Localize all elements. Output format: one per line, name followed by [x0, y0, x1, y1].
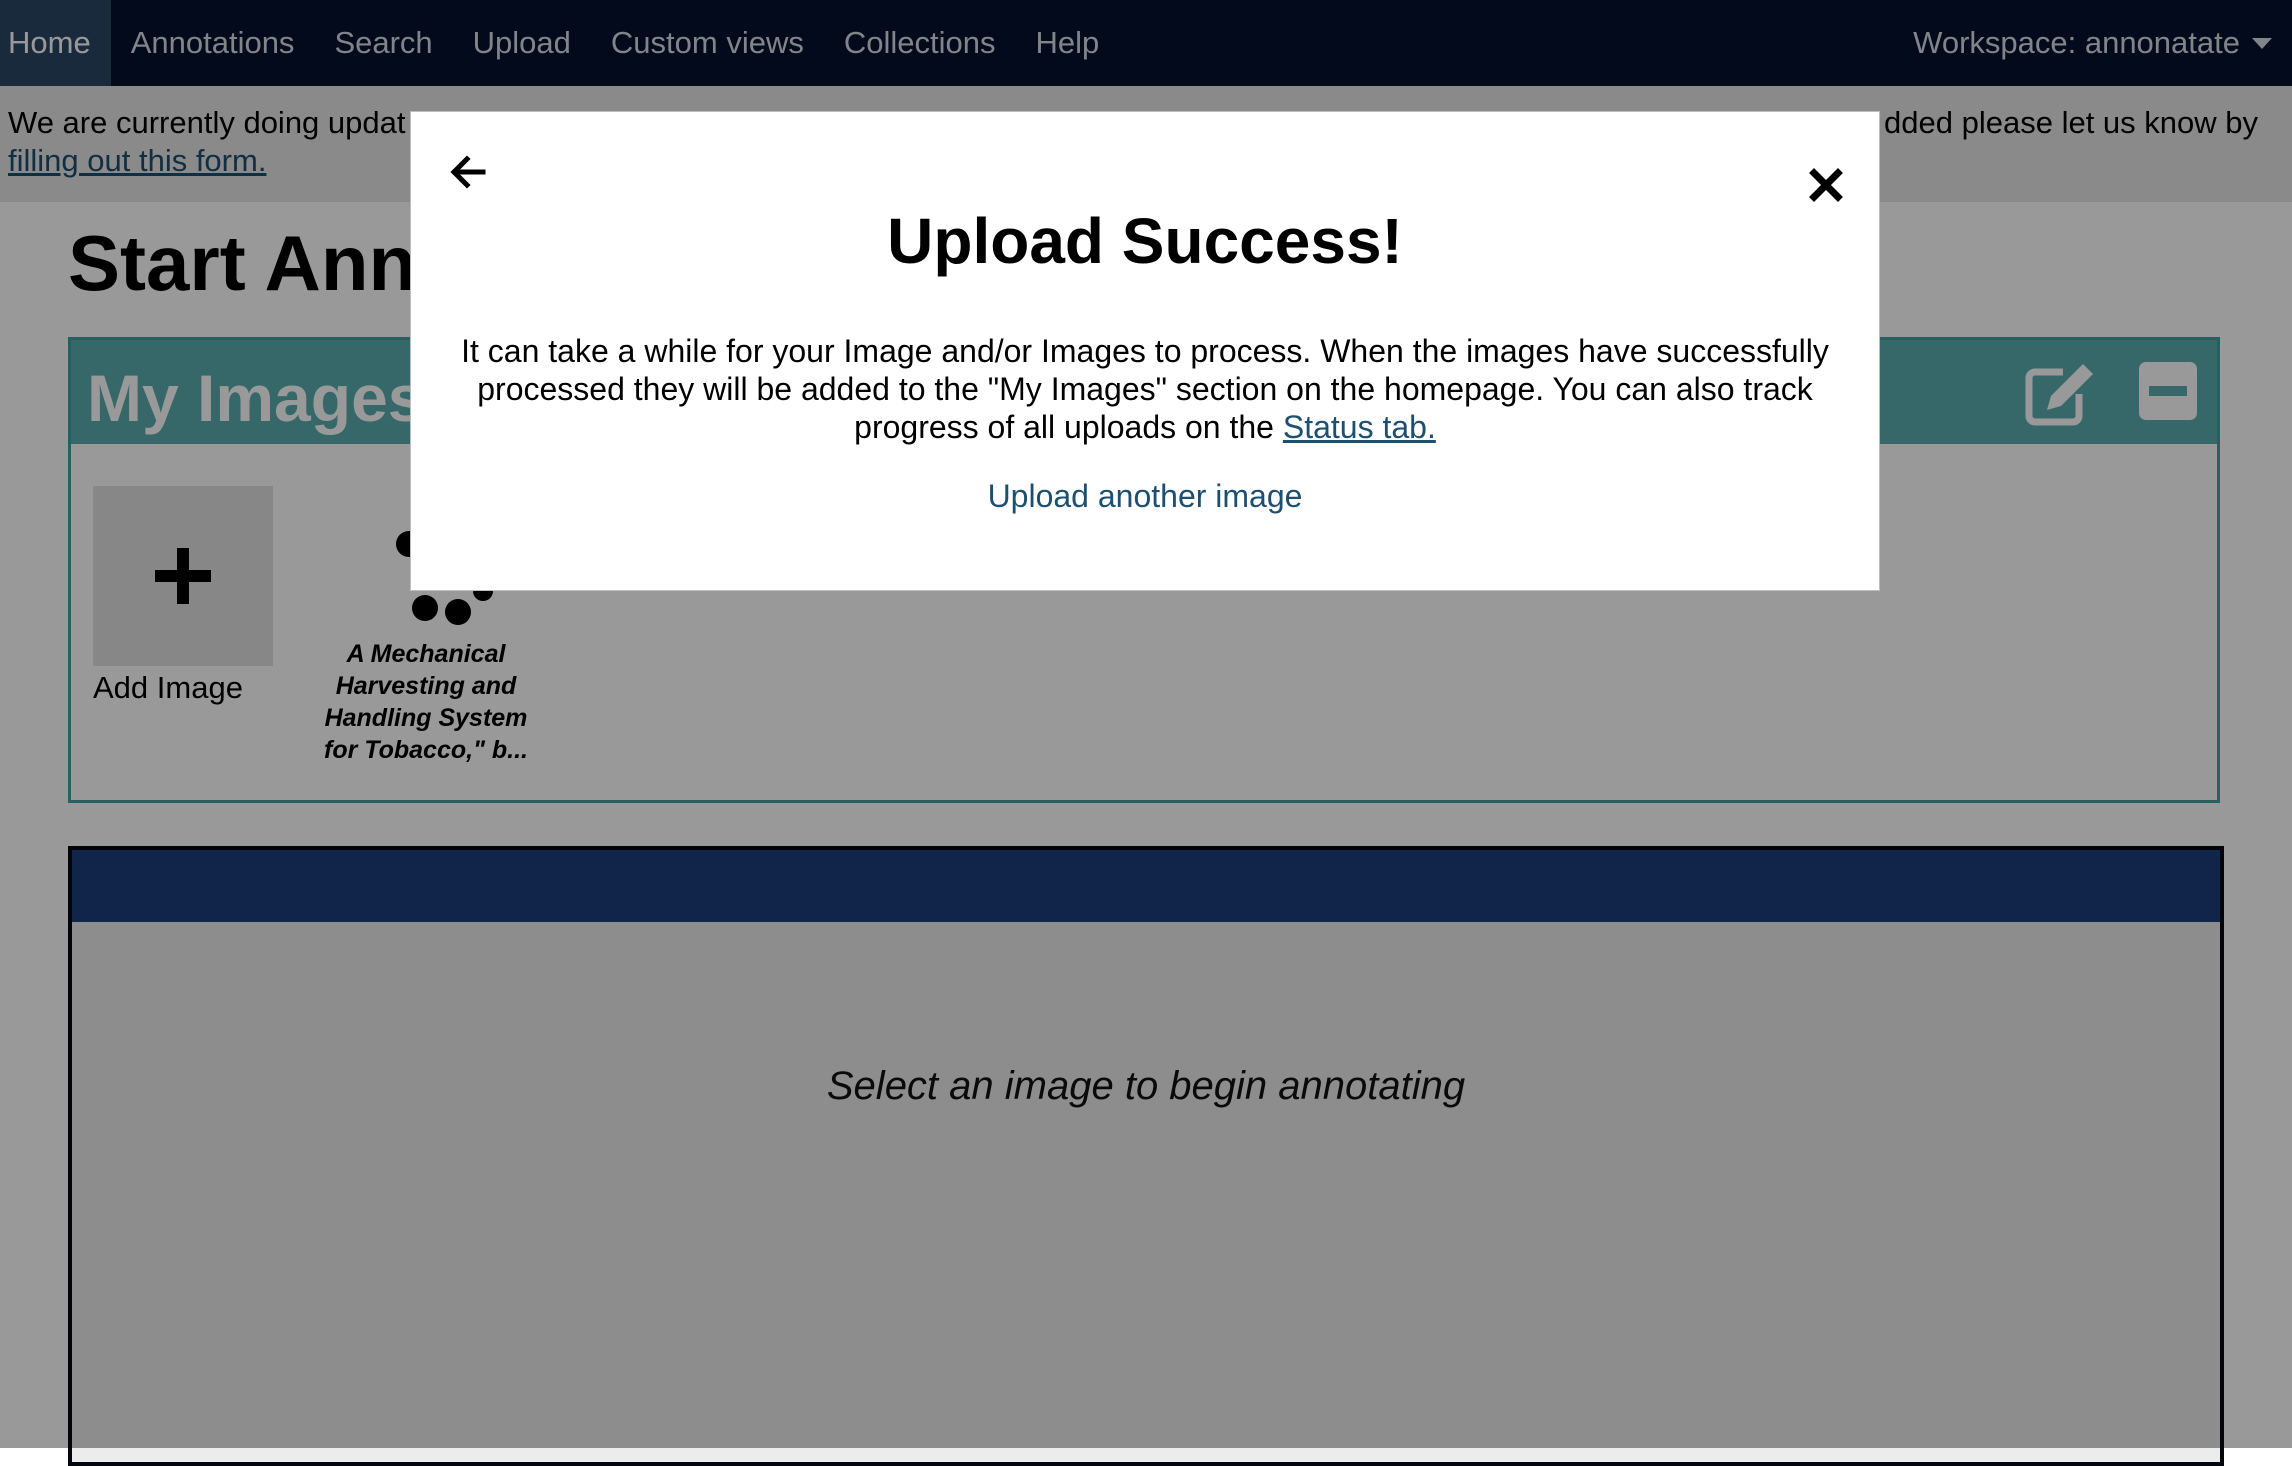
upload-another-image-link[interactable]: Upload another image [411, 478, 1879, 515]
close-icon[interactable] [1809, 168, 1843, 202]
arrow-left-icon[interactable] [447, 152, 487, 192]
modal-body-text: It can take a while for your Image and/o… [451, 332, 1839, 446]
status-tab-link[interactable]: Status tab. [1283, 409, 1436, 445]
modal-body-message: It can take a while for your Image and/o… [461, 333, 1829, 445]
modal-title: Upload Success! [887, 205, 1403, 277]
upload-success-modal: Upload Success! It can take a while for … [410, 111, 1880, 591]
